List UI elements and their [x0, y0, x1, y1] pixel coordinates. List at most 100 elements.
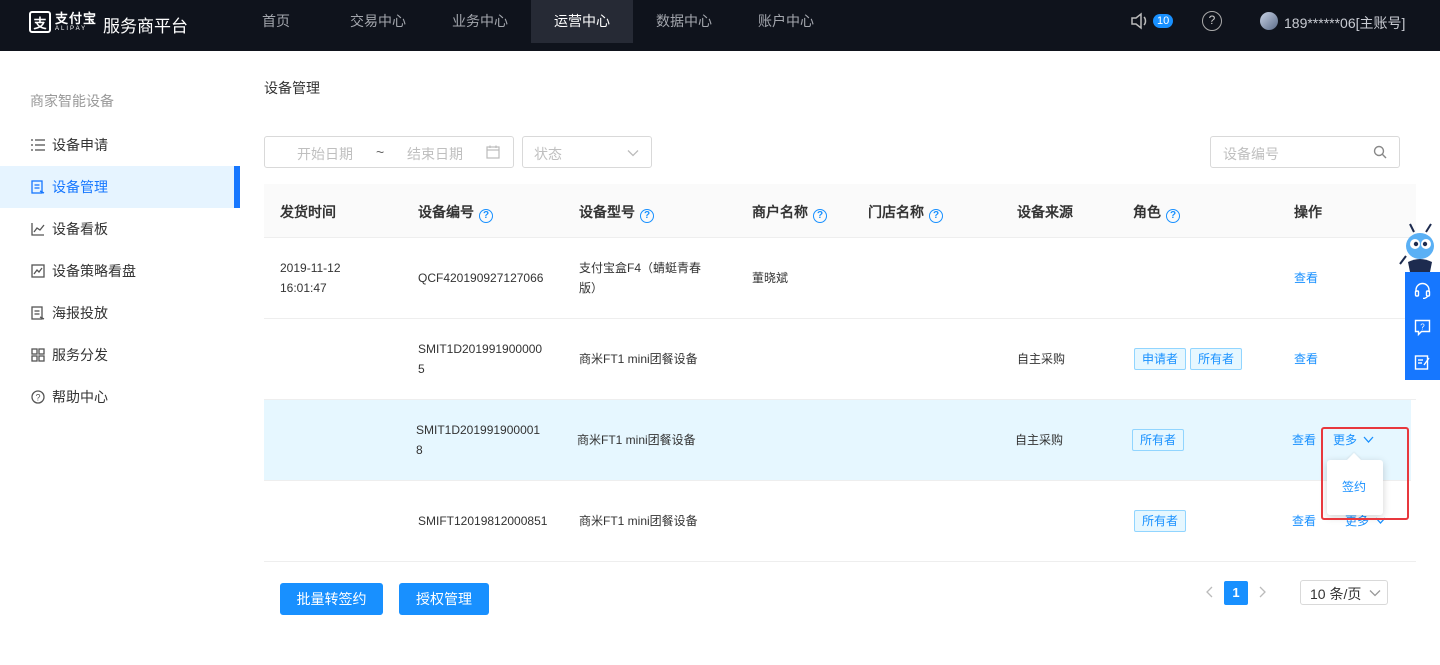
role-tag-applicant: 申请者: [1134, 348, 1187, 370]
alipay-logo-mark: 支: [29, 11, 51, 33]
headset-icon[interactable]: [1414, 282, 1431, 299]
page-button-current[interactable]: 1: [1224, 581, 1248, 605]
device-table: 发货时间 设备编号? 设备型号? 商户名称? 门店名称? 设备来源 角色? 操作…: [264, 184, 1416, 562]
table-row-hovered: SMIT1D201991900001 8 商米FT1 mini团餐设备 自主采购…: [264, 400, 1411, 481]
page-size-select[interactable]: 10 条/页: [1300, 580, 1388, 605]
table-row: SMIT1D201991900000 5 商米FT1 mini团餐设备 自主采购…: [264, 319, 1416, 400]
column-action: 操作: [1294, 204, 1322, 220]
nav-trade-center[interactable]: 交易中心: [327, 0, 429, 43]
role-tag-owner: 所有者: [1134, 510, 1187, 532]
chevron-down-icon: [1369, 590, 1381, 597]
sidebar-item-label: 设备管理: [52, 179, 108, 195]
alipay-logo-en: ALIPAY: [55, 26, 88, 32]
help-question-icon[interactable]: ?: [929, 209, 943, 223]
device-source-cell: 自主采购: [1017, 352, 1066, 366]
device-no-cell: SMIT1D201991900001 8: [416, 423, 541, 457]
speaker-icon[interactable]: [1130, 12, 1150, 30]
help-icon[interactable]: ?: [1202, 11, 1222, 31]
device-model-cell: 商米FT1 mini团餐设备: [579, 514, 698, 528]
help-question-icon[interactable]: ?: [813, 209, 827, 223]
nav-home[interactable]: 首页: [225, 0, 327, 43]
device-source-cell: 自主采购: [1015, 433, 1064, 447]
device-model-cell: 商米FT1 mini团餐设备: [577, 433, 696, 447]
sidebar-item-label: 服务分发: [52, 347, 108, 363]
auth-manage-button[interactable]: 授权管理: [399, 583, 489, 615]
grid-icon: [31, 348, 45, 362]
view-link[interactable]: 查看: [1294, 268, 1318, 288]
avatar[interactable]: [1260, 12, 1278, 30]
menu-item-sign[interactable]: 签约: [1342, 478, 1366, 495]
device-no-search-input[interactable]: 设备编号: [1210, 136, 1400, 168]
role-cell: 所有者: [1132, 429, 1188, 451]
help-question-icon[interactable]: ?: [479, 209, 493, 223]
column-ship-time: 发货时间: [280, 204, 336, 220]
area-chart-icon: [31, 264, 45, 278]
notification-count-badge: 10: [1153, 14, 1174, 28]
floating-service-panel: ?: [1405, 272, 1440, 380]
merchant-name-cell: 董晓斌: [752, 271, 789, 285]
sidebar-item-device-board[interactable]: 设备看板: [0, 208, 240, 250]
date-range-picker[interactable]: 开始日期 ~ 结束日期: [264, 136, 514, 168]
sidebar: 商家智能设备 设备申请 设备管理 设备看板 设备策略看盘 海报投放 服务分发 ?…: [0, 51, 240, 665]
nav-data-center[interactable]: 数据中心: [633, 0, 735, 43]
table-row: SMIFT12019812000851 商米FT1 mini团餐设备 所有者 查…: [264, 481, 1416, 562]
view-link[interactable]: 查看: [1292, 430, 1316, 450]
nav-business-center[interactable]: 业务中心: [429, 0, 531, 43]
search-icon[interactable]: [1373, 145, 1387, 159]
date-range-separator: ~: [376, 144, 385, 160]
device-model-cell: 支付宝盒F4（蜻蜓青春 版）: [579, 261, 702, 295]
feedback-icon[interactable]: ?: [1414, 319, 1431, 336]
poster-icon: [31, 306, 45, 320]
alipay-logo[interactable]: 支 支付宝 ALIPAY: [29, 11, 97, 33]
svg-text:?: ?: [35, 393, 40, 403]
more-dropdown-trigger[interactable]: 更多: [1333, 430, 1374, 450]
column-store-name: 门店名称?: [868, 202, 943, 223]
chevron-right-icon[interactable]: [1256, 585, 1268, 599]
help-question-icon[interactable]: ?: [1166, 209, 1180, 223]
device-no-cell: QCF420190927127066: [418, 271, 544, 285]
device-no-cell: SMIFT12019812000851: [418, 514, 548, 528]
main-content: 设备管理 开始日期 ~ 结束日期 状态 设备编号 发货时间 设备编号? 设备型号…: [240, 51, 1440, 665]
device-manage-icon: [31, 180, 45, 194]
device-no-cell: SMIT1D201991900000 5: [418, 342, 543, 376]
account-name[interactable]: 189******06[主账号]: [1284, 13, 1405, 33]
top-navigation-bar: 支 支付宝 ALIPAY 服务商平台 首页 交易中心 业务中心 运营中心 数据中…: [0, 0, 1440, 51]
start-date-placeholder[interactable]: 开始日期: [297, 144, 353, 164]
chevron-left-icon[interactable]: [1204, 585, 1216, 599]
line-chart-icon: [31, 223, 45, 236]
sidebar-item-service-distribution[interactable]: 服务分发: [0, 334, 240, 376]
calendar-icon: [486, 145, 500, 159]
list-icon: [31, 139, 45, 151]
sidebar-item-poster[interactable]: 海报投放: [0, 292, 240, 334]
column-role: 角色?: [1133, 202, 1180, 223]
sidebar-item-label: 海报投放: [52, 305, 108, 321]
nav-operation-center[interactable]: 运营中心: [531, 0, 633, 43]
sidebar-item-help-center[interactable]: ? 帮助中心: [0, 376, 240, 418]
sidebar-item-device-apply[interactable]: 设备申请: [0, 124, 240, 166]
chevron-down-icon: [627, 150, 639, 157]
page-title: 设备管理: [264, 80, 320, 96]
sidebar-item-label: 设备申请: [52, 137, 108, 153]
help-question-icon[interactable]: ?: [640, 209, 654, 223]
sidebar-item-device-strategy-board[interactable]: 设备策略看盘: [0, 250, 240, 292]
assistant-mascot-icon[interactable]: [1398, 222, 1440, 274]
sidebar-item-label: 设备策略看盘: [52, 263, 136, 279]
batch-transfer-sign-button[interactable]: 批量转签约: [280, 583, 383, 615]
sidebar-item-label: 设备看板: [52, 221, 108, 237]
view-link[interactable]: 查看: [1294, 349, 1318, 369]
column-device-source: 设备来源: [1017, 204, 1073, 220]
column-device-model: 设备型号?: [579, 202, 654, 223]
status-select[interactable]: 状态: [522, 136, 652, 168]
edit-note-icon[interactable]: [1414, 354, 1431, 371]
device-model-cell: 商米FT1 mini团餐设备: [579, 352, 698, 366]
sidebar-item-device-manage[interactable]: 设备管理: [0, 166, 240, 208]
view-link[interactable]: 查看: [1292, 511, 1316, 531]
end-date-placeholder[interactable]: 结束日期: [407, 144, 463, 164]
chevron-down-icon: [1363, 436, 1374, 443]
nav-account-center[interactable]: 账户中心: [735, 0, 837, 43]
alipay-logo-cn: 支付宝: [55, 11, 98, 26]
platform-name: 服务商平台: [103, 17, 188, 36]
table-header: 发货时间 设备编号? 设备型号? 商户名称? 门店名称? 设备来源 角色? 操作: [264, 184, 1416, 238]
svg-text:?: ?: [1420, 323, 1425, 332]
main-nav: 首页 交易中心 业务中心 运营中心 数据中心 账户中心: [225, 0, 837, 51]
